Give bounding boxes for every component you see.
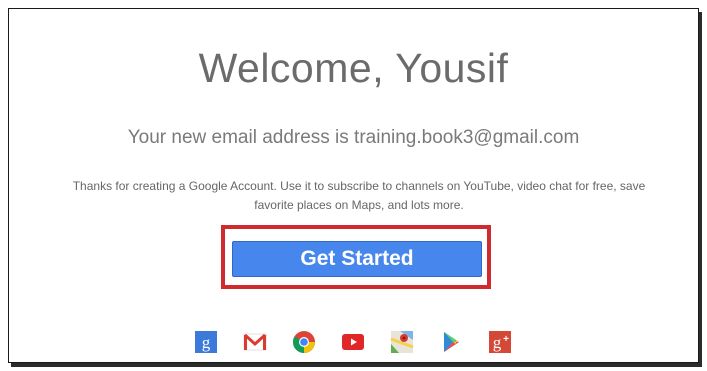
google-search-icon[interactable]: g — [194, 330, 218, 354]
description-line-2: favorite places on Maps, and lots more. — [254, 198, 464, 212]
description-line-1: Thanks for creating a Google Account. Us… — [72, 179, 646, 193]
google-plus-icon[interactable]: g + — [488, 330, 512, 354]
new-email-message: Your new email address is training.book3… — [127, 127, 580, 148]
maps-icon[interactable] — [390, 330, 414, 354]
product-icons-row: g g + — [194, 330, 512, 358]
account-description: Thanks for creating a Google Account. Us… — [9, 177, 698, 215]
gmail-icon[interactable] — [243, 330, 267, 354]
welcome-panel: Welcome, Yousif Your new email address i… — [8, 8, 699, 363]
svg-text:g: g — [202, 333, 211, 352]
chrome-icon[interactable] — [292, 330, 316, 354]
svg-text:g: g — [493, 333, 502, 352]
play-store-icon[interactable] — [439, 330, 463, 354]
page-title: Welcome, Yousif — [198, 45, 509, 91]
youtube-icon[interactable] — [341, 330, 365, 354]
svg-text:+: + — [503, 334, 509, 345]
get-started-button[interactable]: Get Started — [232, 241, 482, 277]
